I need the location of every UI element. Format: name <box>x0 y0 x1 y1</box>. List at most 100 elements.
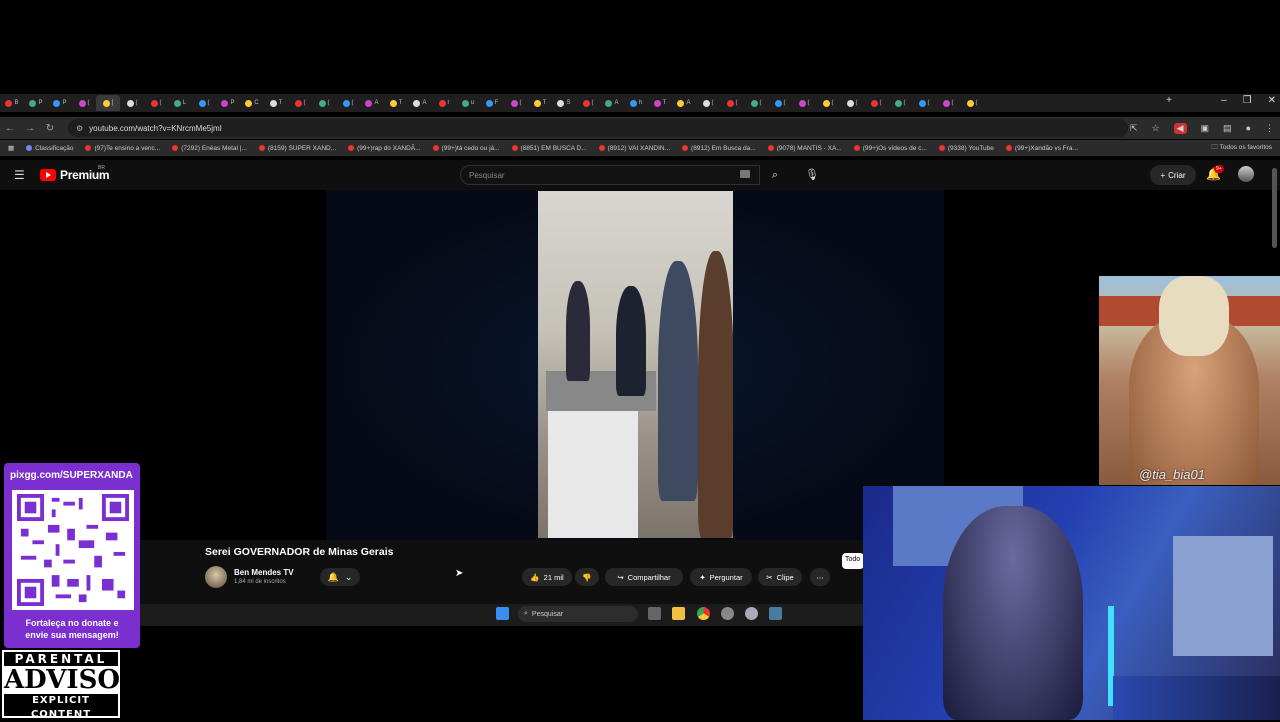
address-bar[interactable]: ⚙ youtube.com/watch?v=KNrcmMe5jmI <box>68 119 1128 137</box>
more-actions-button[interactable]: ⋯ <box>810 568 830 586</box>
hamburger-menu-icon[interactable]: ☰ <box>14 168 25 182</box>
install-icon[interactable]: ⇱ <box>1130 123 1138 134</box>
browser-tab[interactable]: T <box>264 95 288 111</box>
bookmark-item[interactable]: (99+)Os vídeos de c... <box>853 145 927 152</box>
browser-tab[interactable]: P <box>216 95 240 111</box>
browser-tab[interactable]: ( <box>744 95 768 111</box>
browser-tab[interactable]: T <box>528 95 552 111</box>
file-explorer-icon[interactable] <box>672 607 685 620</box>
browser-tab[interactable]: ( <box>936 95 960 111</box>
search-icon[interactable]: ⌕ <box>762 165 788 185</box>
browser-tab[interactable]: T <box>384 95 408 111</box>
bookmark-star-icon[interactable]: ☆ <box>1152 123 1160 134</box>
channel-avatar[interactable] <box>205 566 227 588</box>
browser-tab[interactable]: ( <box>720 95 744 111</box>
bookmark-item[interactable]: (8912) Em Busca da... <box>682 145 756 152</box>
browser-tab[interactable]: F <box>480 95 504 111</box>
browser-tab[interactable]: P <box>48 95 72 111</box>
browser-tab[interactable]: ( <box>792 95 816 111</box>
browser-tab[interactable]: ( <box>576 95 600 111</box>
scrollbar[interactable] <box>1272 168 1277 248</box>
browser-tab[interactable]: L <box>168 95 192 111</box>
mute-icon[interactable]: ◀ <box>1173 122 1187 134</box>
app-icon[interactable] <box>721 607 734 620</box>
clip-button[interactable]: ✂ Clipe <box>758 568 802 586</box>
browser-tab[interactable]: ( <box>912 95 936 111</box>
browser-tab[interactable]: ( <box>864 95 888 111</box>
browser-tab[interactable]: ( <box>960 95 984 111</box>
browser-tab[interactable]: ( <box>888 95 912 111</box>
browser-tab[interactable]: ( <box>336 95 360 111</box>
share-button[interactable]: ↪ Compartilhar <box>605 568 683 586</box>
dislike-button[interactable]: 👎 <box>575 568 599 586</box>
reload-icon[interactable]: ↻ <box>40 123 60 134</box>
bookmark-item[interactable]: (8159) SUPER XAND... <box>258 145 336 152</box>
taskbar-search[interactable]: ⌕ Pesquisar <box>518 606 638 622</box>
steam-icon[interactable] <box>769 607 782 620</box>
browser-tab[interactable]: ( <box>312 95 336 111</box>
settings-icon[interactable] <box>745 607 758 620</box>
bookmark-item[interactable]: (7292) Enéas Metal |... <box>172 145 247 152</box>
all-bookmarks[interactable]: 🗀 Todos os favoritos <box>1211 143 1272 154</box>
chip-todos[interactable]: Todo <box>842 553 864 569</box>
site-info-icon[interactable]: ⚙ <box>76 124 83 133</box>
sidebar-icon[interactable]: ▤ <box>1223 123 1232 134</box>
subscribed-bell-button[interactable]: 🔔 ⌄ <box>320 568 360 586</box>
browser-tab[interactable]: ( <box>504 95 528 111</box>
back-icon[interactable]: ← <box>0 123 20 134</box>
browser-tab[interactable]: A <box>600 95 624 111</box>
channel-name[interactable]: Ben Mendes TV <box>234 568 294 577</box>
create-button[interactable]: + Criar <box>1150 165 1196 185</box>
maximize-icon[interactable]: ❐ <box>1243 95 1252 106</box>
browser-tab[interactable]: T <box>648 95 672 111</box>
browser-tab[interactable]: ( <box>120 95 144 111</box>
bookmark-item[interactable]: (9078) MANTIS - XA... <box>767 145 842 152</box>
task-view-icon[interactable] <box>648 607 661 620</box>
browser-tab[interactable]: A <box>672 95 696 111</box>
bookmark-item[interactable]: (97)Te ensino a venc... <box>85 145 160 152</box>
profile-icon[interactable]: ● <box>1246 123 1251 133</box>
video-frame[interactable] <box>538 191 733 538</box>
apps-icon[interactable]: ▦ <box>8 144 14 152</box>
bookmark-item[interactable]: Classificação <box>26 145 73 152</box>
more-icon[interactable]: ⋮ <box>1265 123 1274 134</box>
new-tab-icon[interactable]: + <box>1166 95 1172 106</box>
minimize-icon[interactable]: – <box>1221 95 1227 106</box>
search-input[interactable]: Pesquisar <box>460 165 760 185</box>
chrome-icon[interactable] <box>697 607 710 620</box>
browser-tab[interactable]: ( <box>144 95 168 111</box>
bookmark-item[interactable]: (9338) YouTube <box>938 145 994 152</box>
browser-tab[interactable]: ( <box>288 95 312 111</box>
browser-tab[interactable]: P <box>24 95 48 111</box>
browser-tab[interactable]: ( <box>192 95 216 111</box>
browser-tab[interactable]: [ <box>96 95 120 111</box>
windows-start-icon[interactable] <box>496 607 509 620</box>
browser-tab[interactable]: ( <box>696 95 720 111</box>
browser-tab[interactable]: r <box>432 95 456 111</box>
browser-tab[interactable]: ( <box>816 95 840 111</box>
browser-tab[interactable]: A <box>360 95 384 111</box>
bookmark-favicon-icon <box>853 145 860 151</box>
close-icon[interactable]: ✕ <box>1268 95 1276 106</box>
extensions-icon[interactable]: ▣ <box>1201 123 1210 134</box>
microphone-icon[interactable]: 🎙 <box>800 165 824 185</box>
browser-tab[interactable]: u <box>456 95 480 111</box>
bookmark-item[interactable]: (8851) EM BUSCA D... <box>511 145 587 152</box>
browser-tab[interactable]: ( <box>768 95 792 111</box>
browser-tab[interactable]: ( <box>840 95 864 111</box>
bookmark-item[interactable]: (8912) VAI XANDIN... <box>598 145 670 152</box>
forward-icon[interactable]: → <box>20 123 40 134</box>
browser-tab[interactable]: S <box>552 95 576 111</box>
bookmark-item[interactable]: (99+)tá cedo ou já... <box>432 145 500 152</box>
browser-tab[interactable]: C <box>240 95 264 111</box>
keyboard-icon[interactable] <box>740 170 750 178</box>
bookmark-item[interactable]: (99+)rap do XANDÃ... <box>348 145 421 152</box>
like-button[interactable]: 👍 21 mil <box>522 568 572 586</box>
browser-tab[interactable]: ( <box>72 95 96 111</box>
ask-button[interactable]: ✦ Perguntar <box>690 568 752 586</box>
browser-tab[interactable]: B <box>0 95 24 111</box>
browser-tab[interactable]: A <box>408 95 432 111</box>
bookmark-item[interactable]: (99+)Xandão vs Fra... <box>1005 145 1078 152</box>
browser-tab[interactable]: h <box>624 95 648 111</box>
account-avatar[interactable] <box>1238 166 1254 182</box>
